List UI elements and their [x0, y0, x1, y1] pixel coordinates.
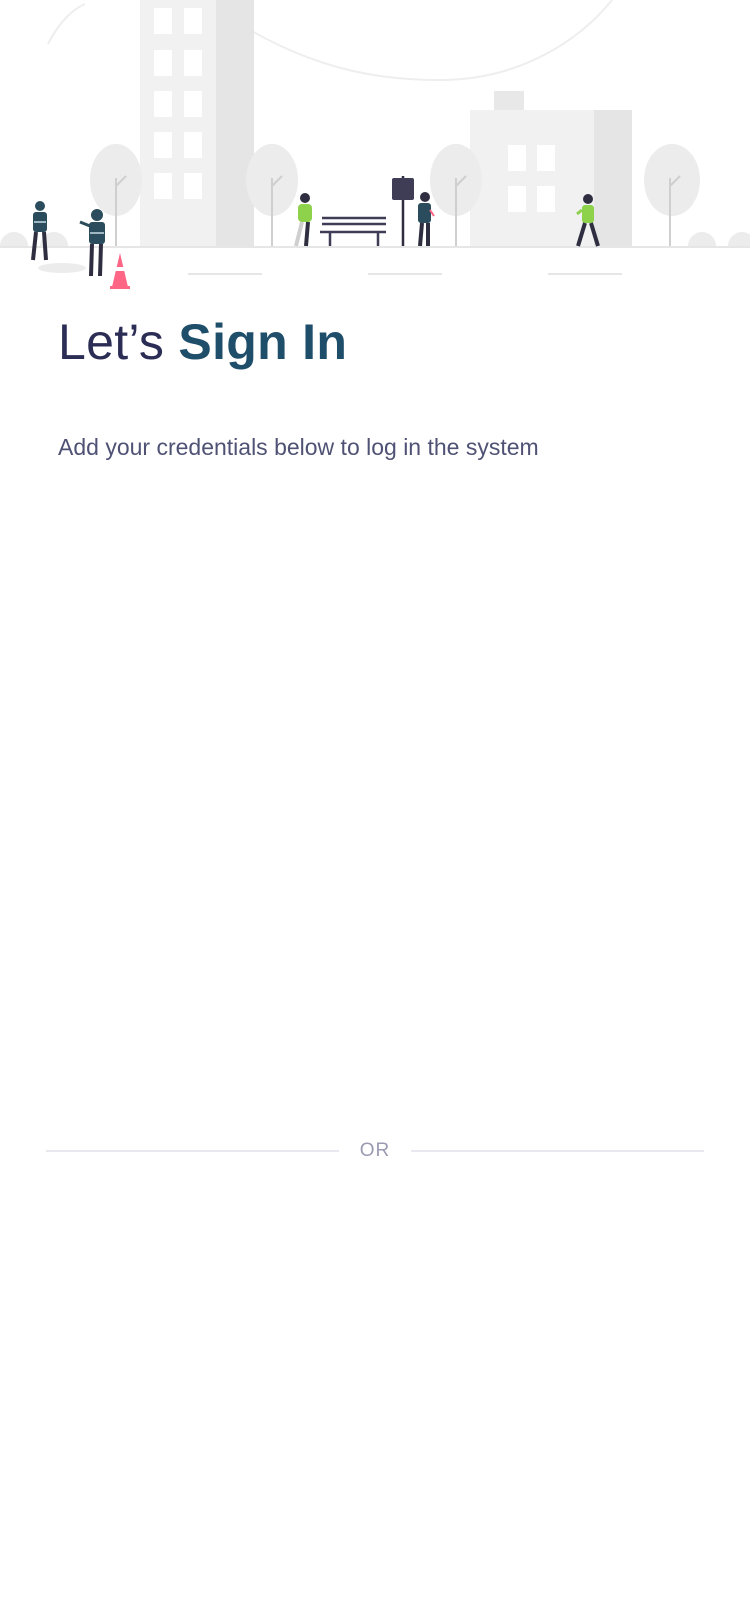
divider-label: OR	[359, 1140, 391, 1161]
or-divider: OR	[46, 1136, 704, 1166]
title-bold-text: Sign In	[178, 314, 348, 370]
divider-line-right	[411, 1150, 704, 1152]
background-arc	[249, 0, 613, 82]
bus-stop-sign	[392, 176, 414, 246]
traffic-cone	[110, 253, 130, 289]
puddle	[38, 263, 86, 273]
page-title: Let’s Sign In	[58, 312, 347, 372]
city-street-illustration	[0, 0, 750, 289]
bench	[320, 216, 386, 246]
person-figure	[418, 192, 435, 247]
bushes	[0, 232, 750, 246]
title-light-text: Let’s	[58, 314, 165, 370]
page-subtitle: Add your credentials below to log in the…	[58, 434, 539, 460]
worker-figure	[31, 201, 48, 261]
background-arc	[47, 3, 86, 45]
tall-building	[140, 0, 254, 246]
short-building	[470, 91, 632, 246]
hero-illustration	[0, 0, 750, 300]
divider-line-left	[46, 1150, 339, 1152]
person-figure	[294, 193, 312, 247]
